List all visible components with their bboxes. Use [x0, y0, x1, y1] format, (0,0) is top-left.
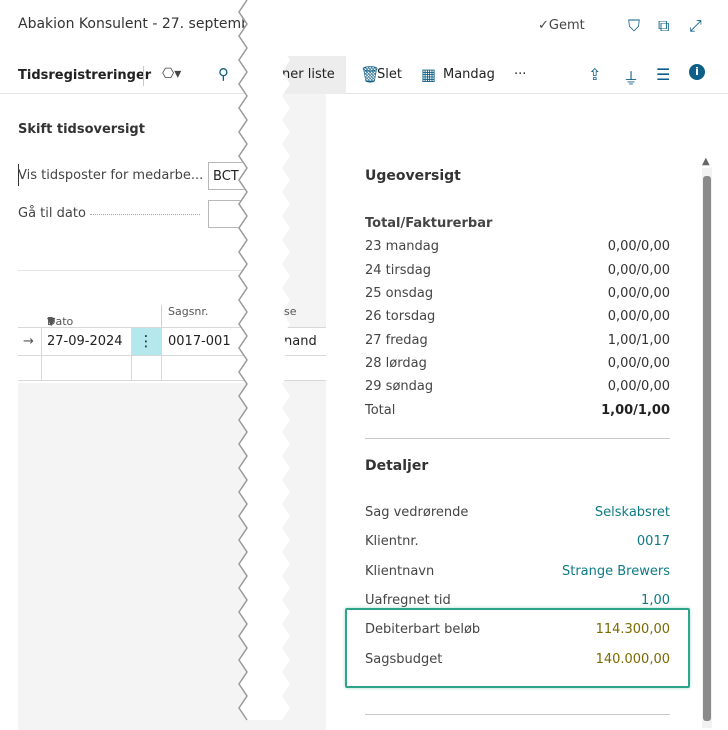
filter-icon[interactable]: ⏚ — [623, 65, 639, 89]
expand-icon[interactable]: ⤢ — [689, 16, 702, 36]
list-icon[interactable]: ☰ — [656, 65, 670, 84]
week-day-row: 27 fredag 1,00/1,00 — [365, 333, 670, 348]
goto-date-label: Gå til dato — [18, 206, 86, 221]
page-name[interactable]: Tidsregistreringer — [18, 68, 151, 83]
week-day-row: 29 søndag 0,00/0,00 — [365, 379, 670, 394]
monday-button[interactable]: Mandag — [443, 67, 495, 82]
week-day-row: 28 lørdag 0,00/0,00 — [365, 356, 670, 371]
job-link[interactable]: Selskabsret — [595, 505, 670, 520]
info-icon[interactable]: i — [689, 64, 705, 80]
details-title: Detaljer — [365, 458, 429, 474]
label-leader — [90, 214, 200, 215]
row-menu-button[interactable]: ⋮ — [131, 328, 161, 356]
check-icon: ✓ — [538, 18, 549, 33]
cell-date[interactable]: 27-09-2024 — [47, 334, 123, 349]
factbox-panel: Ugeoversigt Total/Fakturerbar 23 mandag 0… — [326, 94, 728, 730]
detail-row: Sag vedrørende Selskabsret — [365, 505, 670, 520]
scrollbar-thumb[interactable] — [703, 176, 711, 721]
cell-job[interactable]: 0017-001 — [168, 334, 231, 349]
week-day-row: 26 torsdag 0,00/0,00 — [365, 309, 670, 324]
detail-row: Klientnr. 0017 — [365, 534, 670, 549]
employee-label: Vis tidsposter for medarbe... — [18, 168, 204, 183]
open-new-window-icon[interactable]: ⧉ — [658, 16, 669, 36]
week-day-row: 23 mandag 0,00/0,00 — [365, 239, 670, 254]
bookmark-icon[interactable]: ⛉ — [628, 16, 640, 36]
highlight-box — [345, 608, 690, 688]
delete-button[interactable]: Slet — [377, 67, 402, 82]
week-title: Ugeoversigt — [365, 168, 461, 184]
panel-divider — [365, 438, 670, 439]
column-job[interactable]: Sagsnr. — [168, 305, 208, 318]
right-action-bar: ner liste 🗑 Slet ▦ Mandag ··· ⇪ ⏚ ☰ i — [282, 56, 728, 94]
scroll-up-icon[interactable]: ▲ — [702, 156, 710, 167]
week-subtitle: Total/Fakturerbar — [365, 216, 493, 231]
more-button[interactable]: ··· — [514, 67, 526, 82]
grid-icon[interactable]: ▦ — [421, 65, 436, 84]
client-no-link[interactable]: 0017 — [637, 534, 670, 549]
share-icon[interactable]: ⇪ — [588, 65, 601, 84]
week-day-row: 25 onsdag 0,00/0,00 — [365, 286, 670, 301]
section-title: Skift tidsoversigt — [18, 122, 145, 137]
week-day-row: 24 tirsdag 0,00/0,00 — [365, 263, 670, 278]
torn-edge — [238, 0, 290, 721]
panel-divider — [365, 714, 670, 715]
row-arrow-icon: → — [23, 334, 34, 349]
action-separator — [143, 66, 144, 86]
week-total-row: Total 1,00/1,00 — [365, 403, 670, 418]
copilot-icon[interactable]: ⎔▾ — [162, 66, 181, 82]
client-name-link[interactable]: Strange Brewers — [562, 564, 670, 579]
right-fragment: ✓Gemt ⛉ ⧉ ⤢ ner liste 🗑 Slet ▦ Mandag ··… — [282, 0, 728, 730]
saved-status: ✓Gemt — [538, 18, 585, 33]
unbilled-time-link[interactable]: 1,00 — [641, 593, 670, 608]
detail-row: Klientnavn Strange Brewers — [365, 564, 670, 579]
